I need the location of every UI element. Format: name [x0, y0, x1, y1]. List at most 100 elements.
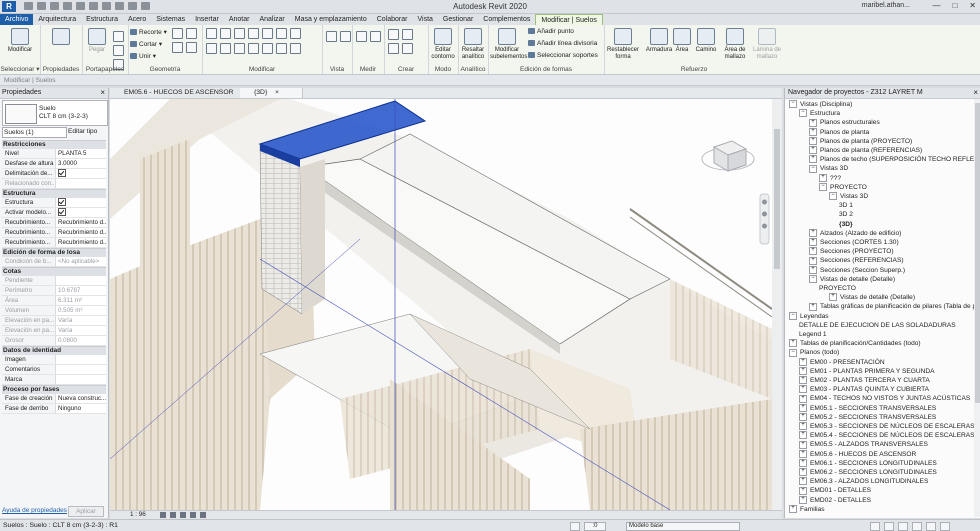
- create-assembly-icon[interactable]: [402, 29, 413, 40]
- tree-node[interactable]: + EM02 - PLANTAS TERCERA Y CUARTA: [799, 376, 930, 385]
- property-value[interactable]: [56, 365, 106, 374]
- tab-sistemas[interactable]: Sistemas: [151, 14, 190, 25]
- property-value[interactable]: Ninguno: [56, 404, 106, 413]
- close-button[interactable]: ✕: [969, 1, 976, 10]
- expand-icon[interactable]: +: [799, 477, 807, 486]
- area-button[interactable]: Área: [672, 28, 692, 54]
- close-icon[interactable]: ×: [100, 88, 105, 97]
- properties-help-link[interactable]: Ayuda de propiedades: [2, 507, 67, 514]
- paste-button[interactable]: Pegar: [82, 28, 112, 54]
- tab-anotar[interactable]: Anotar: [224, 14, 255, 25]
- tree-node[interactable]: + EMD02 - DETALLES: [799, 495, 871, 505]
- close-icon[interactable]: ×: [973, 88, 978, 97]
- tree-node[interactable]: + EM05.1 - SECCIONES TRANSVERSALES: [799, 403, 936, 413]
- property-value[interactable]: Recubrimiento d...: [56, 238, 106, 247]
- shadows-icon[interactable]: [190, 512, 196, 518]
- move-icon[interactable]: [206, 43, 217, 54]
- browser-scrollbar[interactable]: [974, 99, 980, 517]
- tree-node[interactable]: + EM05.2 - SECCIONES TRANSVERSALES: [799, 413, 936, 422]
- tree-node[interactable]: + EM06.2 - SECCIONES LONGITUDINALES: [799, 468, 937, 477]
- tree-node[interactable]: + Planos de planta: [809, 127, 869, 137]
- tree-node[interactable]: 3D 1: [839, 201, 853, 210]
- tab-archivo[interactable]: Archivo: [0, 14, 34, 25]
- property-section-header[interactable]: Datos de identidad: [2, 346, 106, 355]
- expand-icon[interactable]: +: [809, 146, 817, 155]
- property-value[interactable]: PLANTA 5: [56, 149, 106, 158]
- tab-colaborar[interactable]: Colaborar: [372, 14, 413, 25]
- expand-icon[interactable]: +: [799, 422, 807, 431]
- property-section-header[interactable]: Estructura: [2, 189, 106, 198]
- tree-node[interactable]: DETALLE DE EJECUCION DE LAS SOLADADURAS: [799, 321, 956, 330]
- expand-icon[interactable]: +: [809, 118, 817, 127]
- property-value[interactable]: [56, 169, 106, 178]
- expand-icon[interactable]: +: [799, 486, 807, 495]
- tab-acero[interactable]: Acero: [123, 14, 151, 25]
- property-section-header[interactable]: Proceso por fases: [2, 385, 106, 394]
- copy-element-icon[interactable]: [220, 43, 231, 54]
- tab-modificar-suelos[interactable]: Modificar | Suelos: [535, 13, 603, 26]
- tree-node[interactable]: + EM01 - PLANTAS PRIMERA Y SEGUNDA: [799, 367, 935, 376]
- tree-node[interactable]: − Leyendas: [789, 311, 829, 321]
- expand-icon[interactable]: +: [799, 431, 807, 440]
- tree-node[interactable]: + Alzados (Alzado de edificio): [809, 229, 901, 238]
- tree-node[interactable]: − Vistas (Disciplina): [789, 100, 852, 109]
- tab-view-em05-6[interactable]: EM05.6 - HUECOS DE ASCENSOR ×: [110, 88, 245, 98]
- checkbox[interactable]: [58, 198, 66, 207]
- modify-subelements-button[interactable]: Modificar subelementos: [490, 28, 527, 61]
- collapse-icon[interactable]: −: [829, 192, 837, 201]
- expand-icon[interactable]: +: [799, 449, 807, 458]
- collapse-icon[interactable]: −: [789, 311, 797, 320]
- checkbox[interactable]: [58, 208, 66, 217]
- visual-style-icon[interactable]: [170, 512, 176, 518]
- demolish-icon[interactable]: [186, 42, 197, 53]
- apply-button[interactable]: Aplicar: [68, 506, 104, 517]
- tree-node[interactable]: + Planos de planta (PROYECTO): [809, 137, 912, 146]
- edit-contour-button[interactable]: Editar contorno: [428, 28, 458, 61]
- expand-icon[interactable]: +: [819, 173, 827, 182]
- tree-node[interactable]: + EM05.5 - ALZADOS TRANSVERSALES: [799, 440, 928, 449]
- expand-icon[interactable]: +: [809, 137, 817, 146]
- expand-icon[interactable]: +: [809, 256, 817, 265]
- expand-icon[interactable]: +: [789, 339, 797, 348]
- tree-node[interactable]: +???: [819, 173, 841, 183]
- expand-icon[interactable]: +: [809, 247, 817, 256]
- tree-node[interactable]: − Estructura: [799, 109, 840, 118]
- close-icon[interactable]: ×: [275, 89, 279, 96]
- property-section-header[interactable]: Edición de forma de losa: [2, 248, 106, 257]
- expand-icon[interactable]: +: [799, 440, 807, 449]
- tree-node[interactable]: + Planos de planta (REFERENCIAS): [809, 146, 922, 155]
- collapse-icon[interactable]: −: [819, 183, 827, 192]
- tree-node[interactable]: + Secciones (Seccion Superp.): [809, 265, 905, 275]
- delete-icon[interactable]: [290, 28, 301, 39]
- property-value[interactable]: Recubrimiento d...: [56, 228, 106, 237]
- properties-button[interactable]: [46, 28, 76, 47]
- tree-node[interactable]: − Vistas 3D: [809, 164, 848, 173]
- tree-node[interactable]: − PROYECTO: [819, 183, 867, 192]
- tab-vista[interactable]: Vista: [412, 14, 437, 25]
- user-account[interactable]: maribel.athan...: [862, 2, 910, 9]
- dimension-icon[interactable]: [370, 31, 381, 42]
- property-value[interactable]: [56, 375, 106, 384]
- expand-icon[interactable]: +: [799, 459, 807, 468]
- tree-node[interactable]: + EM04 - TECHOS NO VISTOS Y JUNTAS ACÚSTI…: [799, 394, 970, 403]
- tree-node[interactable]: + EM03 - PLANTAS QUINTA Y CUBIERTA: [799, 385, 929, 394]
- rotate-icon[interactable]: [234, 43, 245, 54]
- collapse-icon[interactable]: −: [809, 275, 817, 284]
- align-icon[interactable]: [206, 28, 217, 39]
- instance-selector[interactable]: Suelos (1): [2, 127, 67, 138]
- expand-icon[interactable]: +: [799, 413, 807, 422]
- offset-icon[interactable]: [220, 28, 231, 39]
- tree-node[interactable]: − Vistas 3D: [829, 192, 868, 201]
- tab-complementos[interactable]: Complementos: [478, 14, 535, 25]
- tree-node[interactable]: + Tablas gráficas de planificación de pil…: [809, 302, 980, 311]
- sun-path-icon[interactable]: [180, 512, 186, 518]
- rebar-button[interactable]: Armadura: [644, 28, 674, 54]
- tab-view-3d[interactable]: {3D} ×: [240, 88, 303, 98]
- hide-icon[interactable]: [326, 31, 337, 42]
- trim-icon[interactable]: [248, 43, 259, 54]
- tab-gestionar[interactable]: Gestionar: [438, 14, 478, 25]
- collapse-icon[interactable]: −: [799, 109, 807, 118]
- tab-masa[interactable]: Masa y emplazamiento: [290, 14, 372, 25]
- tree-node[interactable]: + EM06.3 - ALZADOS LONGITUDINALES: [799, 477, 928, 486]
- mirror-axis-icon[interactable]: [234, 28, 245, 39]
